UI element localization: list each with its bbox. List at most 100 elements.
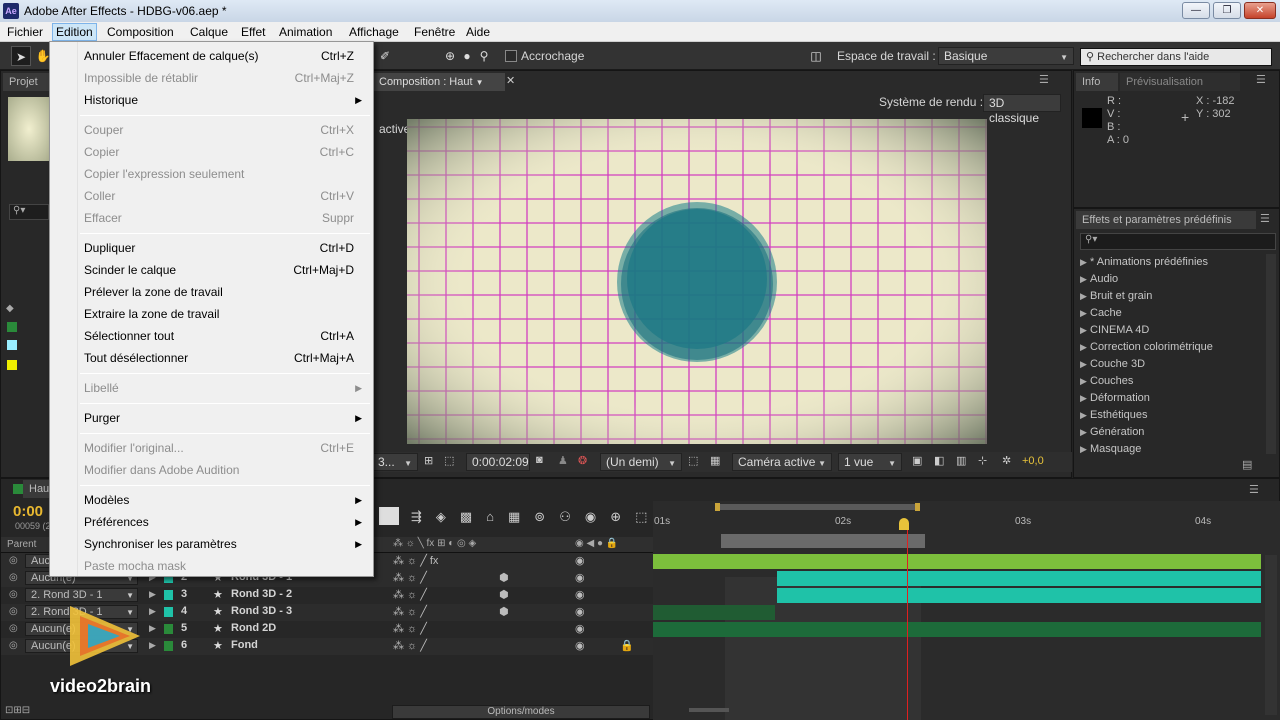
layer-bar-rond3d-3[interactable] (777, 588, 1261, 603)
channels-icon[interactable]: ❂ (578, 454, 587, 467)
expand-triangle-icon[interactable]: ▶ (1080, 271, 1090, 288)
layer-name[interactable]: Rond 3D - 2 (231, 588, 292, 600)
menu-affichage[interactable]: Affichage (346, 24, 402, 40)
layer-bar-rond3d-2[interactable] (777, 571, 1261, 586)
expand-triangle-icon[interactable]: ▶ (1080, 254, 1090, 271)
3d-layer-icon[interactable]: ⬢ (499, 588, 509, 601)
timeline-timecode[interactable]: 0:00 (13, 503, 43, 520)
work-area-end[interactable] (915, 503, 920, 511)
snapshot-icon[interactable]: ◙ (536, 454, 543, 466)
effect-category-item[interactable]: ▶ Audio (1080, 271, 1118, 288)
toggle-pixel-aspect-icon[interactable]: ▣ (912, 454, 922, 467)
expand-triangle-icon[interactable]: ▶ (1080, 407, 1090, 424)
effect-category-item[interactable]: ▶ * Animations prédéfinies (1080, 254, 1208, 271)
flowchart-icon[interactable]: ⊹ (978, 454, 987, 467)
parent-pickwhip-icon[interactable]: ◎ (9, 606, 18, 617)
zoom-slider[interactable] (689, 708, 729, 712)
help-search-input[interactable]: ⚲ Rechercher dans l'aide (1080, 48, 1272, 66)
timeline-icon[interactable]: ▥ (956, 454, 966, 467)
layer-switches-toggle-icon[interactable]: ⊡⊞⊟ (5, 705, 30, 716)
new-bin-icon[interactable]: ▤ (1242, 458, 1252, 471)
menu-composition[interactable]: Composition (104, 24, 177, 40)
snapping-checkbox[interactable] (505, 50, 517, 62)
layer-switches[interactable]: ⁂ ☼ ╱ (393, 588, 427, 601)
tab-composition-haut[interactable]: Composition : Haut ▼ (373, 73, 505, 91)
menu-animation[interactable]: Animation (276, 24, 335, 40)
menu-fichier[interactable]: Fichier (4, 24, 46, 40)
menu-item[interactable]: Sélectionner tout Ctrl+A (84, 327, 364, 345)
effect-category-item[interactable]: ▶ CINEMA 4D (1080, 322, 1149, 339)
layer-switches[interactable]: ⁂ ☼ ╱ (393, 622, 427, 635)
menu-item[interactable]: Préférences ▶ (84, 513, 364, 531)
expand-triangle-icon[interactable]: ▶ (1080, 424, 1090, 441)
render-select[interactable]: 3D classique (983, 94, 1061, 125)
expand-triangle-icon[interactable]: ▶ (1080, 322, 1090, 339)
axis-view-icon[interactable]: ⚲ (474, 46, 494, 66)
expand-triangle-icon[interactable]: ▶ (1080, 305, 1090, 322)
menu-item[interactable]: Tout désélectionner Ctrl+Maj+A (84, 349, 364, 367)
show-snapshot-icon[interactable]: ♟ (558, 454, 568, 467)
layer-switches[interactable]: ⁂ ☼ ╱ (393, 571, 427, 584)
menu-item[interactable]: Historique ▶ (84, 91, 364, 109)
parent-pickwhip-icon[interactable]: ◎ (9, 623, 18, 634)
layer-name[interactable]: Fond (231, 639, 258, 651)
effect-category-item[interactable]: ▶ Esthétiques (1080, 407, 1147, 424)
fast-previews-icon[interactable]: ◧ (934, 454, 944, 467)
menu-item[interactable]: Modèles ▶ (84, 491, 364, 509)
menu-calque[interactable]: Calque (187, 24, 231, 40)
layer-switches[interactable]: ⁂ ☼ ╱ (393, 605, 427, 618)
expand-triangle-icon[interactable]: ▶ (1080, 356, 1090, 373)
layer-bar-rond2d[interactable] (653, 605, 775, 620)
effect-category-item[interactable]: ▶ Génération (1080, 424, 1144, 441)
options-modes-button[interactable]: Options/modes (392, 705, 650, 719)
eye-icon[interactable]: ◉ (575, 622, 585, 635)
3d-layer-icon[interactable]: ⬢ (499, 605, 509, 618)
tab-previsualisation[interactable]: Prévisualisation (1120, 73, 1240, 91)
exposure-value[interactable]: +0,0 (1022, 455, 1044, 467)
effect-category-item[interactable]: ▶ Déformation (1080, 390, 1150, 407)
resolution-select[interactable]: (Un demi) ▼ (600, 453, 682, 471)
vr-icon[interactable]: ◫ (806, 46, 826, 66)
effect-category-item[interactable]: ▶ Couches (1080, 373, 1133, 390)
work-area-start[interactable] (715, 503, 720, 511)
zoom-select[interactable]: 3... ▼ (372, 453, 418, 471)
menu-edition[interactable]: Edition (52, 23, 97, 41)
expand-triangle-icon[interactable]: ▶ (1080, 288, 1090, 305)
minimize-button[interactable]: — (1182, 2, 1210, 19)
expand-triangle-icon[interactable]: ▶ (1080, 339, 1090, 356)
maximize-button[interactable]: ❐ (1213, 2, 1241, 19)
3d-layer-icon[interactable]: ⬢ (499, 571, 509, 584)
expand-triangle-icon[interactable]: ▶ (1080, 441, 1090, 458)
mask-visibility-icon[interactable]: ⬚ (444, 454, 454, 467)
preview-range-bar[interactable] (721, 534, 925, 548)
safe-zones-icon[interactable]: ⊞ (424, 454, 433, 467)
current-time-display[interactable]: 0:00:02:09 (466, 453, 530, 471)
effects-scrollbar[interactable] (1266, 254, 1276, 454)
effects-search-input[interactable]: ⚲▾ (1080, 233, 1276, 250)
selection-tool-icon[interactable]: ➤ (11, 46, 31, 66)
expand-triangle-icon[interactable]: ▶ (1080, 373, 1090, 390)
panel-menu-icon[interactable]: ☰ (1249, 483, 1259, 496)
effect-category-item[interactable]: ▶ Correction colorimétrique (1080, 339, 1213, 356)
menu-item[interactable]: Prélever la zone de travail (84, 283, 364, 301)
eye-icon[interactable]: ◉ (575, 588, 585, 601)
eye-icon[interactable]: ◉ (575, 605, 585, 618)
menu-item[interactable]: Extraire la zone de travail (84, 305, 364, 323)
panel-menu-icon[interactable]: ☰ (1039, 73, 1049, 86)
menu-aide[interactable]: Aide (463, 24, 493, 40)
tab-info[interactable]: Info (1076, 73, 1118, 91)
menu-effet[interactable]: Effet (238, 24, 268, 40)
eye-icon[interactable]: ◉ (575, 554, 585, 567)
menu-item[interactable]: Scinder le calque Ctrl+Maj+D (84, 261, 364, 279)
close-tab-icon[interactable]: ✕ (506, 74, 515, 87)
layer-bar-fond[interactable] (653, 622, 1261, 637)
work-area-bar[interactable] (715, 504, 919, 510)
reset-exposure-icon[interactable]: ✲ (1002, 454, 1011, 467)
timeline-switches-icons[interactable]: ⇶◈▩⌂▦⊚⚇◉⊕⬚ (411, 509, 661, 525)
lock-icon[interactable]: 🔒 (620, 639, 634, 652)
eye-icon[interactable]: ◉ (575, 571, 585, 584)
layer-name[interactable]: Rond 3D - 3 (231, 605, 292, 617)
parent-pickwhip-icon[interactable]: ◎ (9, 572, 18, 583)
layer-name[interactable]: Rond 2D (231, 622, 276, 634)
eye-icon[interactable]: ◉ (575, 639, 585, 652)
